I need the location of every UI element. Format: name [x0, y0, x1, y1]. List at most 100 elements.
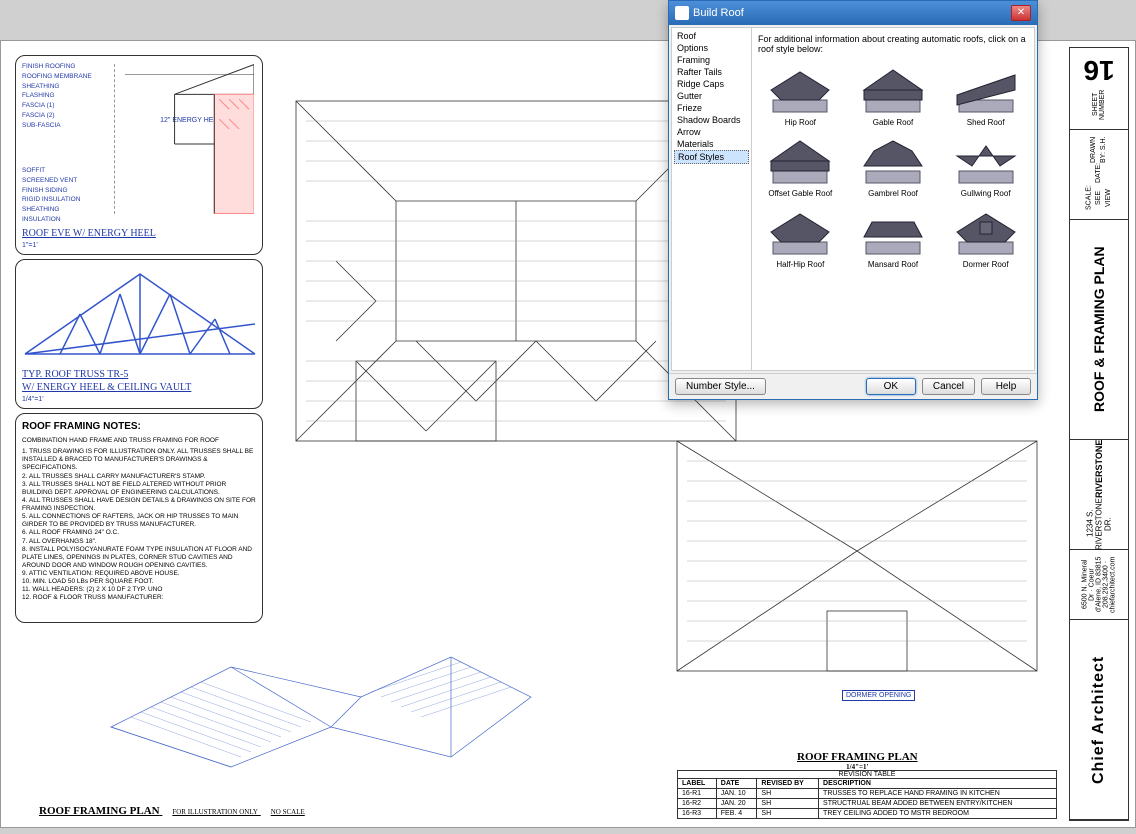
iso-sub1: FOR ILLUSTRATION ONLY: [172, 808, 258, 816]
sidebar-item-rafter-tails[interactable]: Rafter Tails: [674, 66, 749, 78]
rev-header: DESCRIPTION: [819, 779, 1057, 789]
roof-style-label: Mansard Roof: [851, 260, 936, 269]
roof-style-half-hip-roof[interactable]: Half-Hip Roof: [758, 202, 843, 269]
roof-style-label: Dormer Roof: [943, 260, 1028, 269]
scale-label: SCALE: SEE VIEW: [1084, 183, 1113, 213]
detail-label: SCREENED VENT: [22, 176, 80, 186]
roof-style-dormer-roof[interactable]: Dormer Roof: [943, 202, 1028, 269]
date-label: DATE:: [1094, 163, 1104, 183]
rev-cell: FEB. 4: [716, 809, 757, 819]
roof-thumb-icon: [761, 60, 839, 116]
sidebar-item-ridge-caps[interactable]: Ridge Caps: [674, 78, 749, 90]
eve-section-diagram: [114, 64, 254, 214]
roof-thumb-icon: [854, 60, 932, 116]
iso-sub2: NO SCALE: [271, 808, 305, 816]
rev-header: DATE: [716, 779, 757, 789]
brand-address: 6500 N. Mineral Dr · Coeur d'Alene, ID 8…: [1070, 550, 1128, 620]
dialog-title-text: Build Roof: [693, 7, 744, 19]
sheet-meta: SCALE: SEE VIEW DATE: DRAWN BY: S.H.: [1070, 130, 1128, 220]
roof-style-hip-roof[interactable]: Hip Roof: [758, 60, 843, 127]
detail-label: ROOFING MEMBRANE: [22, 72, 92, 82]
roof-thumb-icon: [854, 202, 932, 258]
detail-label: FASCIA (2): [22, 111, 92, 121]
roof-style-label: Offset Gable Roof: [758, 189, 843, 198]
sidebar-item-framing[interactable]: Framing: [674, 54, 749, 66]
sidebar-item-arrow[interactable]: Arrow: [674, 126, 749, 138]
sidebar-item-shadow-boards[interactable]: Shadow Boards: [674, 114, 749, 126]
dialog-icon: [675, 6, 689, 20]
roof-style-offset-gable-roof[interactable]: Offset Gable Roof: [758, 131, 843, 198]
roof-style-label: Gable Roof: [851, 118, 936, 127]
roof-style-gambrel-roof[interactable]: Gambrel Roof: [851, 131, 936, 198]
detail-title: ROOF EVE W/ ENERGY HEEL: [22, 227, 156, 240]
sidebar-item-gutter[interactable]: Gutter: [674, 90, 749, 102]
truss-detail: TYP. ROOF TRUSS TR-5 W/ ENERGY HEEL & CE…: [15, 259, 263, 409]
rev-cell: 16-R1: [678, 789, 717, 799]
sidebar-item-roof[interactable]: Roof: [674, 30, 749, 42]
dialog-titlebar[interactable]: Build Roof ✕: [669, 1, 1037, 25]
rev-cell: 16-R2: [678, 799, 717, 809]
detail-label: SOFFIT: [22, 166, 80, 176]
sidebar-item-roof-styles[interactable]: Roof Styles: [674, 150, 749, 164]
roof-style-label: Gullwing Roof: [943, 189, 1028, 198]
detail-label: RIGID INSULATION: [22, 195, 80, 205]
rev-header: REVISED BY: [757, 779, 819, 789]
sidebar-item-materials[interactable]: Materials: [674, 138, 749, 150]
revision-table: REVISION TABLE LABELDATEREVISED BYDESCRI…: [677, 770, 1057, 819]
detail-label: SUB-FASCIA: [22, 121, 92, 131]
project-cell: 1234 S. RIVERSTONE DR. RIVERSTONE: [1070, 440, 1128, 550]
table-row: 16-R2JAN. 20SHSTRUCTRUAL BEAM ADDED BETW…: [678, 799, 1057, 809]
number-style-button[interactable]: Number Style...: [675, 378, 766, 395]
truss-diagram: [20, 264, 260, 374]
roof-style-label: Gambrel Roof: [851, 189, 936, 198]
revision-caption: REVISION TABLE: [677, 770, 1057, 778]
sheet-number-label: SHEET NUMBER: [1092, 86, 1106, 123]
detail-label: SHEATHING: [22, 205, 80, 215]
sidebar-item-frieze[interactable]: Frieze: [674, 102, 749, 114]
roof-style-label: Hip Roof: [758, 118, 843, 127]
rev-cell: SH: [757, 799, 819, 809]
detail-label: FASCIA (1): [22, 101, 92, 111]
right-title-text: ROOF FRAMING PLAN: [797, 751, 918, 763]
project-name: RIVERSTONE: [1094, 439, 1104, 497]
notes-intro: COMBINATION HAND FRAME AND TRUSS FRAMING…: [22, 437, 256, 445]
dialog-footer: Number Style... OK Cancel Help: [669, 373, 1037, 399]
roof-style-mansard-roof[interactable]: Mansard Roof: [851, 202, 936, 269]
right-roof-plan: DORMER OPENING ROOF FRAMING PLAN 1/4"=1': [657, 431, 1057, 781]
rev-cell: TRUSSES TO REPLACE HAND FRAMING IN KITCH…: [819, 789, 1057, 799]
rev-cell: SH: [757, 789, 819, 799]
cancel-button[interactable]: Cancel: [922, 378, 975, 395]
iso-plan-svg: [31, 567, 591, 787]
dialog-hint: For additional information about creatin…: [758, 34, 1028, 54]
build-roof-dialog: Build Roof ✕ RoofOptionsFramingRafter Ta…: [668, 0, 1038, 400]
title-block: Chief Architect 6500 N. Mineral Dr · Coe…: [1069, 47, 1129, 821]
rev-cell: JAN. 20: [716, 799, 757, 809]
help-button[interactable]: Help: [981, 378, 1031, 395]
dialog-sidebar: RoofOptionsFramingRafter TailsRidge Caps…: [672, 28, 752, 370]
roof-style-gullwing-roof[interactable]: Gullwing Roof: [943, 131, 1028, 198]
detail-labels-upper: FINISH ROOFINGROOFING MEMBRANESHEATHINGF…: [22, 62, 92, 130]
detail-scale: 1"=1': [22, 242, 38, 249]
project-address: 1234 S. RIVERSTONE DR.: [1086, 498, 1113, 550]
roof-thumb-icon: [854, 131, 932, 187]
notes-title: ROOF FRAMING NOTES:: [22, 420, 256, 433]
dialog-body: RoofOptionsFramingRafter TailsRidge Caps…: [671, 27, 1035, 371]
table-row: 16-R3FEB. 4SHTREY CEILING ADDED TO MSTR …: [678, 809, 1057, 819]
roof-style-gable-roof[interactable]: Gable Roof: [851, 60, 936, 127]
roof-style-grid: Hip Roof Gable Roof Shed Roof Offset Gab…: [758, 60, 1028, 364]
roof-thumb-icon: [947, 60, 1025, 116]
truss-title: TYP. ROOF TRUSS TR-5 W/ ENERGY HEEL & CE…: [22, 368, 191, 394]
roof-style-shed-roof[interactable]: Shed Roof: [943, 60, 1028, 127]
drawn-by-label: DRAWN BY: S.H.: [1089, 136, 1109, 163]
sidebar-item-options[interactable]: Options: [674, 42, 749, 54]
ok-button[interactable]: OK: [866, 378, 916, 395]
rev-cell: JAN. 10: [716, 789, 757, 799]
rev-cell: STRUCTRUAL BEAM ADDED BETWEEN ENTRY/KITC…: [819, 799, 1057, 809]
close-icon[interactable]: ✕: [1011, 5, 1031, 21]
rev-cell: 16-R3: [678, 809, 717, 819]
roof-thumb-icon: [947, 202, 1025, 258]
rev-header: LABEL: [678, 779, 717, 789]
detail-label: FINISH ROOFING: [22, 62, 92, 72]
table-row: 16-R1JAN. 10SHTRUSSES TO REPLACE HAND FR…: [678, 789, 1057, 799]
roof-thumb-icon: [947, 131, 1025, 187]
